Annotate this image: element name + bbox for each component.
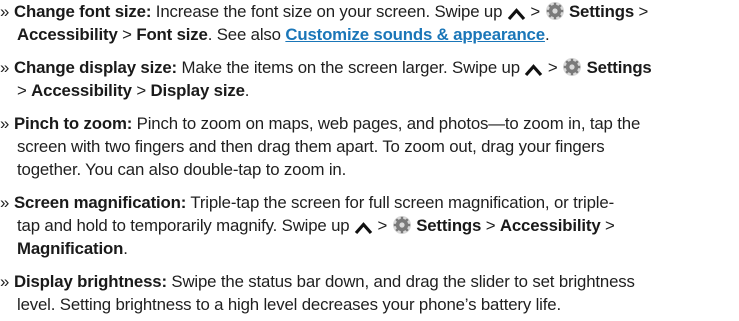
- tip-text: >: [543, 58, 563, 77]
- tip-text: >: [117, 25, 137, 44]
- tip-text: together. You can also double-tap to zoo…: [17, 160, 347, 179]
- settings-label: Settings: [582, 58, 652, 77]
- font-size-label: Font size: [136, 25, 208, 44]
- settings-gear-icon: [562, 57, 582, 83]
- bullet-chevron: »: [0, 272, 10, 291]
- bullet-chevron: »: [0, 193, 10, 212]
- tip-text: .: [123, 239, 128, 258]
- tip-text: >: [481, 216, 500, 235]
- settings-label: Settings: [564, 2, 635, 21]
- tip-change-display-size: » Change display size: Make the items on …: [0, 56, 739, 102]
- tip-title: Change display size:: [14, 58, 177, 77]
- tip-text: >: [634, 2, 649, 21]
- tip-text: Make the items on the screen larger. Swi…: [177, 58, 525, 77]
- display-size-label: Display size: [150, 81, 245, 100]
- chevron-up-icon: [524, 60, 543, 83]
- tip-text: >: [525, 2, 545, 21]
- tip-text: level. Setting brightness to a high leve…: [17, 295, 561, 314]
- tip-text: . See also: [207, 25, 286, 44]
- tip-text: tap and hold to temporarily magnify. Swi…: [17, 216, 354, 235]
- tip-text: >: [17, 81, 32, 100]
- customize-sounds-link[interactable]: Customize sounds & appearance: [285, 25, 545, 44]
- tip-text: .: [544, 25, 550, 44]
- accessibility-label: Accessibility: [499, 216, 601, 235]
- magnification-label: Magnification: [17, 239, 124, 258]
- tip-text: screen with two fingers and then drag th…: [17, 137, 605, 156]
- tip-title: Screen magnification:: [14, 193, 187, 212]
- tip-screen-magnification: » Screen magnification: Triple-tap the sc…: [0, 191, 739, 260]
- bullet-chevron: »: [0, 2, 10, 21]
- tip-text: >: [600, 216, 615, 235]
- settings-gear-icon: [392, 215, 412, 241]
- tip-title: Change font size:: [14, 2, 152, 21]
- tip-text: Swipe the status bar down, and drag the …: [166, 272, 635, 291]
- tip-title: Display brightness:: [14, 272, 167, 291]
- tip-display-brightness: » Display brightness: Swipe the status ba…: [0, 270, 739, 316]
- bullet-chevron: »: [0, 58, 10, 77]
- tip-text: >: [131, 81, 151, 100]
- chevron-up-icon: [354, 218, 373, 241]
- accessibility-label: Accessibility: [17, 25, 118, 44]
- settings-label: Settings: [411, 216, 482, 235]
- tip-change-font-size: » Change font size: Increase the font siz…: [0, 0, 739, 46]
- tip-text: Pinch to zoom on maps, web pages, and ph…: [132, 114, 641, 133]
- tip-text: Triple-tap the screen for full screen ma…: [186, 193, 615, 212]
- bullet-chevron: »: [0, 114, 10, 133]
- tip-text: >: [373, 216, 392, 235]
- tip-title: Pinch to zoom:: [14, 114, 133, 133]
- tip-text: .: [244, 81, 250, 100]
- accessibility-tips: » Change font size: Increase the font siz…: [0, 0, 739, 321]
- tip-pinch-to-zoom: » Pinch to zoom: Pinch to zoom on maps, w…: [0, 112, 739, 181]
- tip-text: Increase the font size on your screen. S…: [151, 2, 507, 21]
- accessibility-label: Accessibility: [31, 81, 132, 100]
